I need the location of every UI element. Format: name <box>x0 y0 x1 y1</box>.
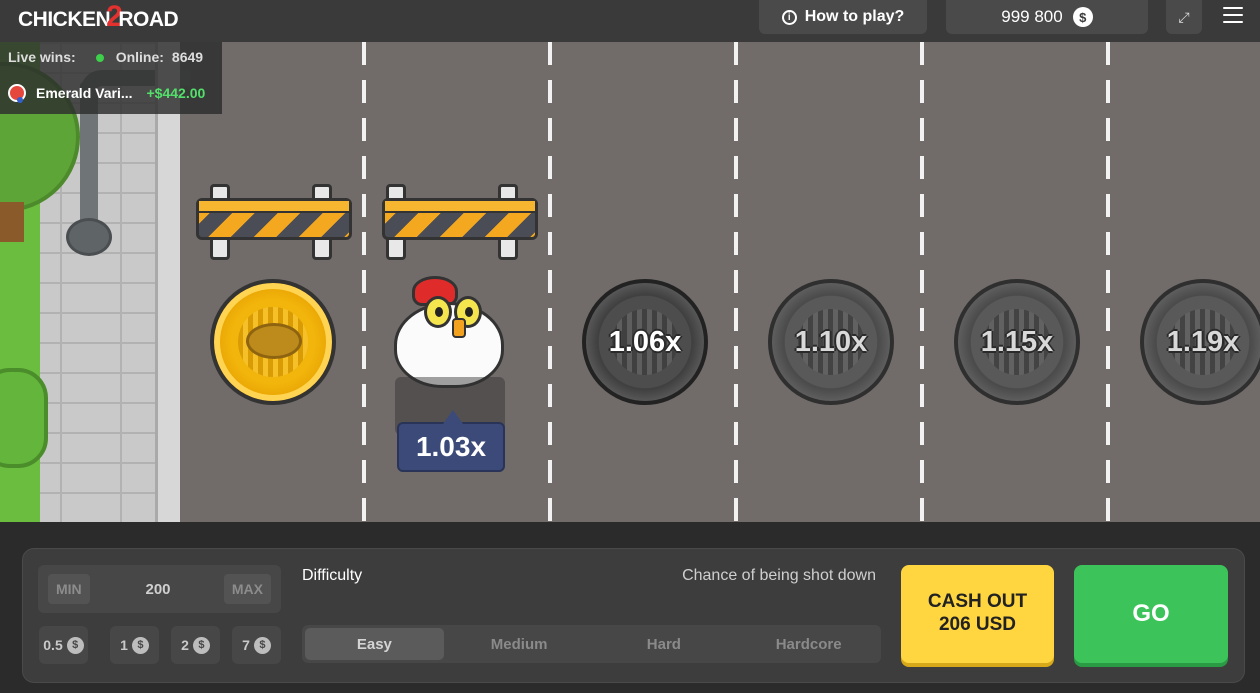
cash-out-button[interactable]: CASH OUT 206 USD <box>901 565 1054 663</box>
chicken-player <box>390 272 510 392</box>
live-win-entry: Emerald Vari... +$442.00 <box>8 83 205 103</box>
max-bet-button[interactable]: MAX <box>223 574 271 604</box>
manhole-step: 1.10x <box>768 279 894 405</box>
road-barrier <box>196 184 352 264</box>
online-label: Online: <box>115 49 164 65</box>
lane-divider <box>734 42 738 522</box>
lane-divider <box>548 42 552 522</box>
lane-divider <box>920 42 924 522</box>
chip-value: 7 <box>242 637 250 653</box>
quick-bet-chip[interactable]: 2 $ <box>171 626 220 664</box>
chip-value: 0.5 <box>43 637 63 653</box>
dollar-coin-icon: $ <box>1072 7 1093 27</box>
live-win-player: Emerald Vari... <box>36 85 133 101</box>
gold-manhole-cleared <box>210 279 336 405</box>
online-count: 8649 <box>171 49 204 65</box>
quick-bet-chip[interactable]: 0.5 $ <box>39 626 88 664</box>
step-multiplier: 1.19x <box>1166 325 1240 358</box>
player-avatar <box>8 84 26 103</box>
quick-bet-chip[interactable]: 7 $ <box>232 626 281 664</box>
go-button[interactable]: GO <box>1074 565 1228 663</box>
chicken-beak <box>452 318 466 338</box>
info-icon: i <box>781 9 797 25</box>
manhole-step[interactable]: 1.06x <box>582 279 708 405</box>
bet-value[interactable]: 200 <box>118 565 198 613</box>
difficulty-option-easy[interactable]: Easy <box>305 628 444 660</box>
current-multiplier-tag: 1.03x <box>397 410 505 472</box>
step-multiplier: 1.10x <box>794 325 868 358</box>
live-wins-label: Live wins: <box>8 49 76 65</box>
fullscreen-button[interactable]: ⤢ <box>1166 0 1202 34</box>
hamburger-icon <box>1223 7 1243 9</box>
curb <box>155 42 180 522</box>
dollar-coin-icon: $ <box>253 636 271 654</box>
top-bar: CHICKEN 2 ROAD i How to play? 999 800 $ … <box>0 0 1260 42</box>
roast-chicken-icon <box>246 323 302 359</box>
difficulty-label: Difficulty <box>302 567 363 584</box>
cash-out-amount: 206 USD <box>938 614 1017 635</box>
live-wins-panel: Live wins: Online: 8649 Emerald Vari... … <box>0 42 222 114</box>
cash-out-label: CASH OUT <box>927 591 1028 613</box>
how-to-play-label: How to play? <box>804 8 905 25</box>
game-scene: 1.03x 1.06x 1.10x 1.15x 1.19x <box>0 42 1260 522</box>
quick-bet-chip[interactable]: 1 $ <box>110 626 159 664</box>
chance-label: Chance of being shot down <box>682 567 876 584</box>
fullscreen-icon: ⤢ <box>1178 8 1190 25</box>
dollar-coin-icon: $ <box>192 636 210 654</box>
manhole-step: 1.19x <box>1140 279 1260 405</box>
balance-value: 999 800 <box>1001 7 1063 26</box>
online-status-icon <box>95 54 104 62</box>
lane-divider <box>362 42 366 522</box>
balance-display: 999 800 $ <box>946 0 1148 34</box>
road-barrier <box>382 184 538 264</box>
street-lamp-base <box>66 218 112 256</box>
difficulty-option-hardcore[interactable]: Hardcore <box>739 628 878 660</box>
game-logo: CHICKEN 2 ROAD <box>18 0 179 34</box>
live-win-amount: +$442.00 <box>146 85 206 101</box>
chip-value: 2 <box>181 637 189 653</box>
logo-text-chicken: CHICKEN <box>18 8 111 31</box>
chip-value: 1 <box>120 637 128 653</box>
how-to-play-button[interactable]: i How to play? <box>759 0 927 34</box>
min-bet-button[interactable]: MIN <box>48 574 90 604</box>
dollar-coin-icon: $ <box>66 636 84 654</box>
difficulty-option-hard[interactable]: Hard <box>595 628 734 660</box>
menu-button[interactable] <box>1220 4 1246 26</box>
bush-decoration <box>0 368 48 468</box>
step-multiplier: 1.06x <box>608 325 682 358</box>
logo-text-road: ROAD <box>118 8 179 31</box>
difficulty-option-medium[interactable]: Medium <box>450 628 589 660</box>
lane-divider <box>1106 42 1110 522</box>
difficulty-selector: Easy Medium Hard Hardcore <box>302 625 881 663</box>
manhole-step: 1.15x <box>954 279 1080 405</box>
chicken-eye <box>424 296 452 328</box>
dollar-coin-icon: $ <box>131 636 149 654</box>
bet-amount-input[interactable]: MIN 200 MAX <box>38 565 281 613</box>
step-multiplier: 1.15x <box>980 325 1054 358</box>
tree-trunk <box>0 202 24 242</box>
